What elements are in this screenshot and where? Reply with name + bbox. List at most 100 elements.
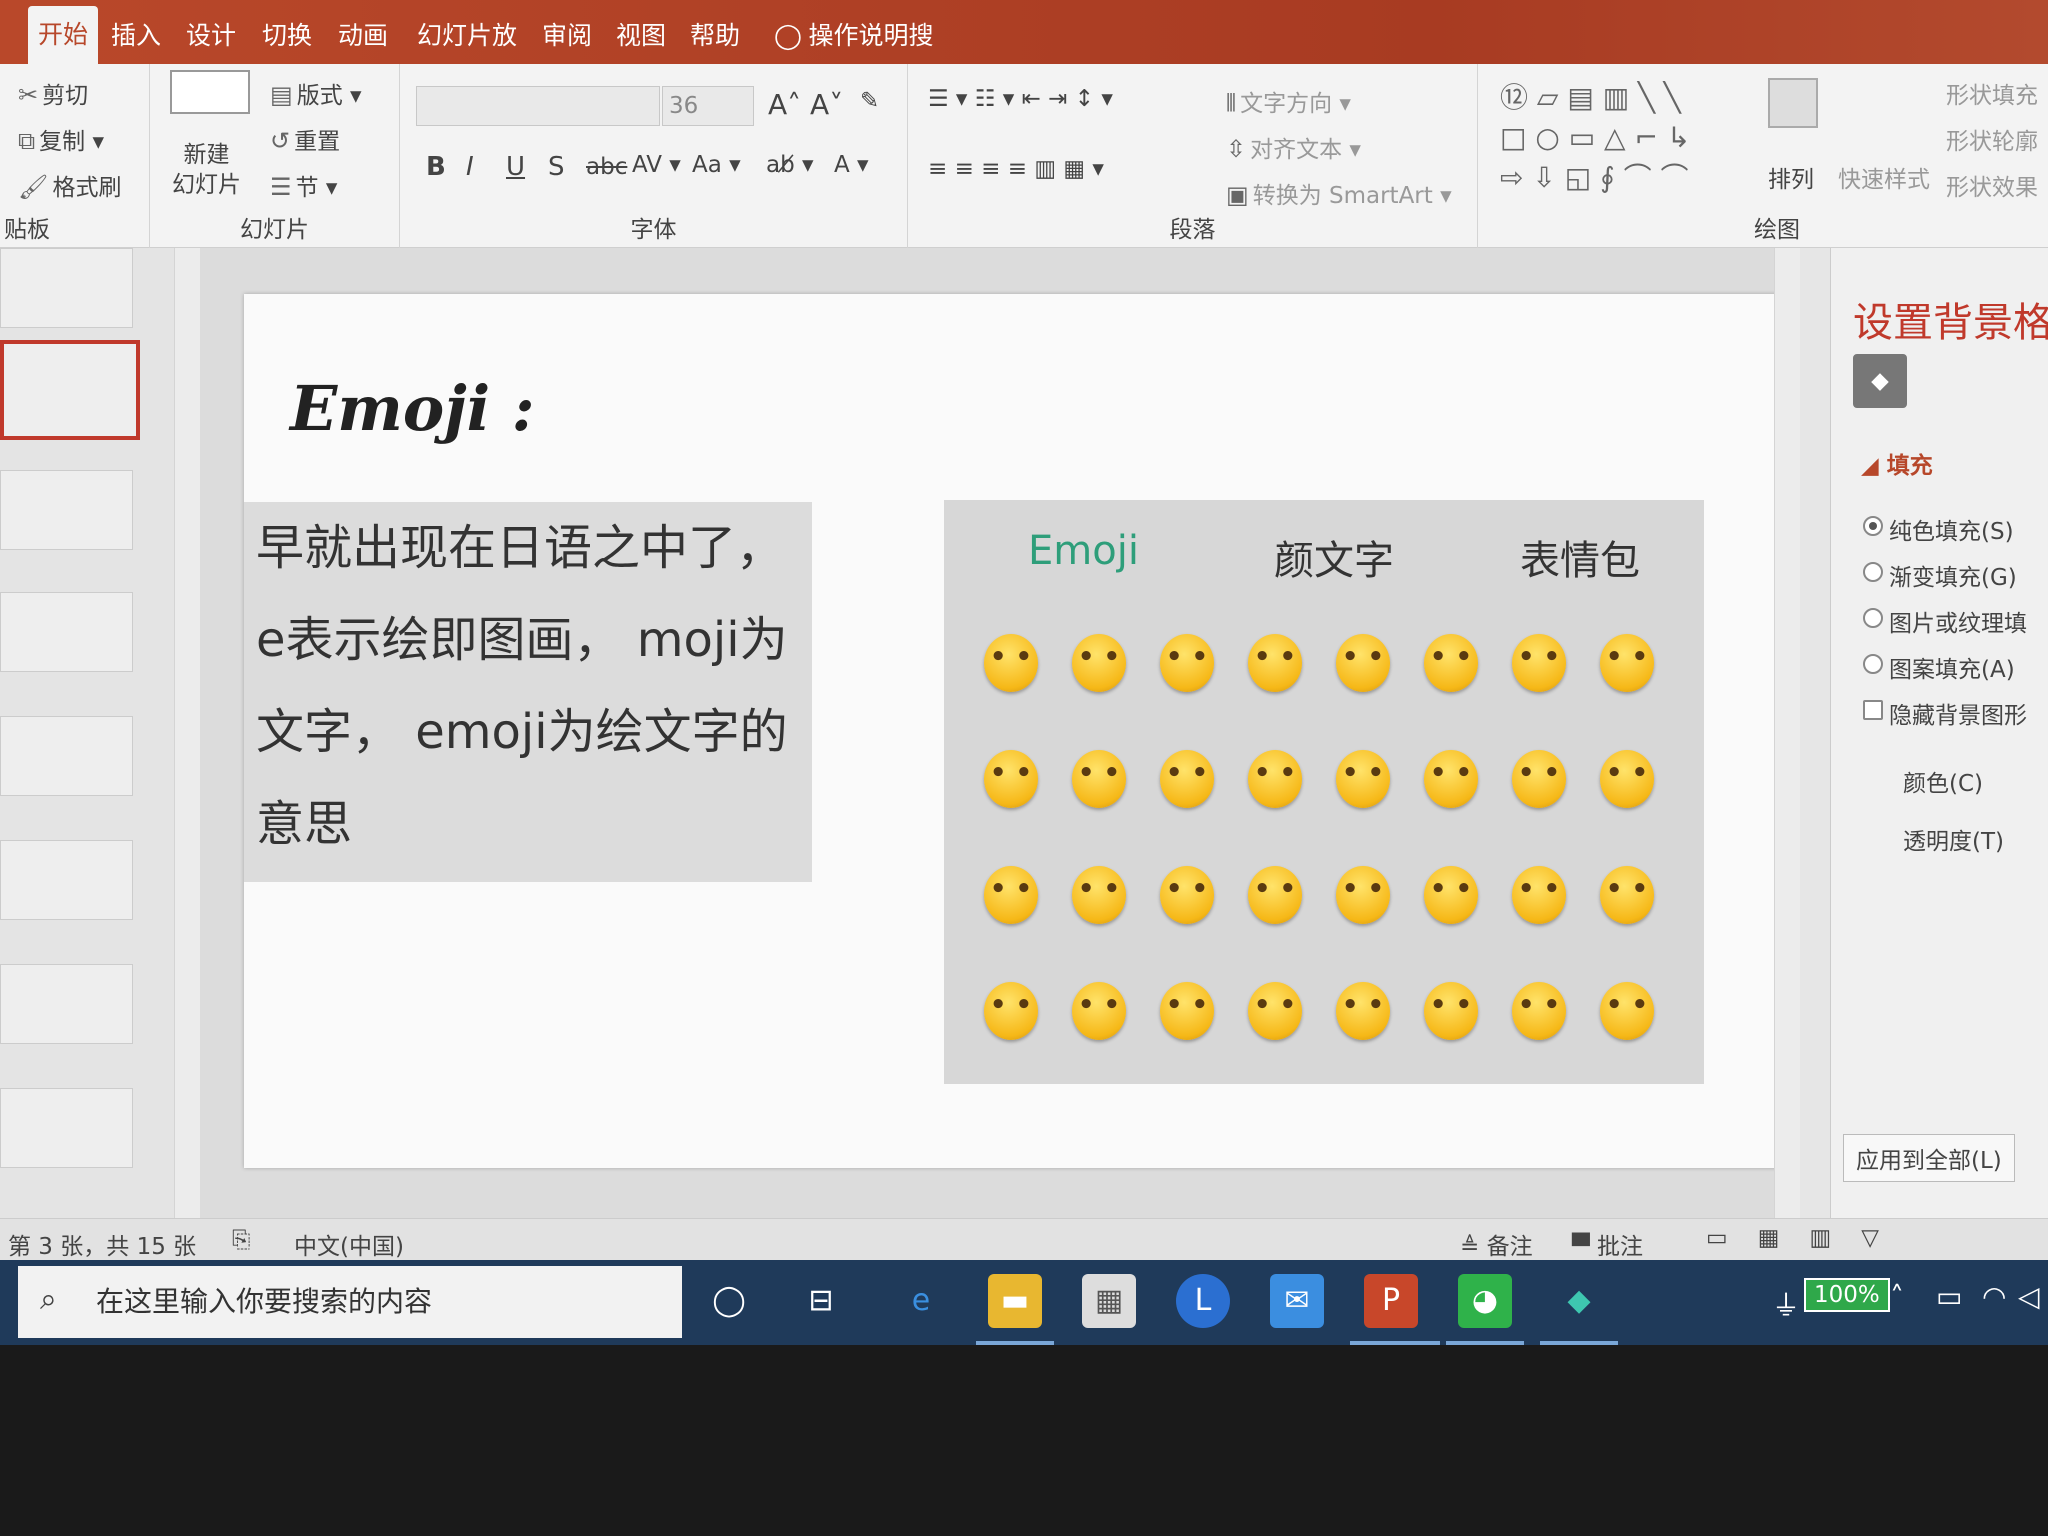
radio-icon (1863, 654, 1883, 674)
align-text-button[interactable]: ⇳ 对齐文本 ▾ (1226, 130, 1361, 164)
picture-fill-option[interactable]: 图片或纹理填 (1863, 604, 2027, 638)
app-icon[interactable]: ◆ (1552, 1274, 1606, 1328)
format-painter-label: 格式刷 (52, 175, 122, 201)
shadow-button[interactable]: S (548, 152, 565, 182)
tab-slideshow[interactable]: 幻灯片放映 (408, 14, 526, 94)
taskbar-search[interactable]: 在这里输入你要搜索的内容 (18, 1266, 682, 1338)
slide-thumbnail-2[interactable] (0, 248, 133, 328)
wechat-icon[interactable]: ◕ (1458, 1274, 1512, 1328)
notes-button[interactable]: ≜ 备注 (1460, 1227, 1533, 1261)
language-indicator[interactable]: 中文(中国) (294, 1227, 404, 1261)
arrange-button[interactable]: 排列 (1768, 160, 1814, 194)
highlight-icon[interactable]: ab̸ ▾ (766, 152, 814, 178)
shape-outline-button[interactable]: 形状轮廓 (1946, 122, 2038, 156)
kissing-closed-eyes-emoji-icon: • • (1336, 866, 1390, 924)
search-icon: ⌕ (40, 1282, 57, 1317)
char-spacing-button[interactable]: AV ▾ (632, 152, 681, 178)
active-indicator (1350, 1341, 1440, 1345)
emoji-table[interactable]: Emoji 颜文字 表情包 • • • • • • • • • • • • • • • • • … (944, 500, 1704, 1084)
tab-insert[interactable]: 插入 (106, 14, 166, 64)
accessibility-icon[interactable]: ⎘ (232, 1227, 250, 1253)
smartart-button[interactable]: ▣ 转换为 SmartArt ▾ (1226, 176, 1452, 210)
slide-thumbnail-9[interactable] (0, 1088, 133, 1168)
hide-background-checkbox[interactable]: 隐藏背景图形 (1863, 696, 2027, 730)
slide-scrollbar[interactable] (1774, 248, 1800, 1218)
cut-button[interactable]: ✂ 剪切 (18, 76, 88, 110)
mail-icon[interactable]: ✉ (1270, 1274, 1324, 1328)
clear-format-icon[interactable]: ✎ (860, 88, 879, 114)
tell-me-search[interactable]: 操作说明搜索 (806, 14, 936, 94)
tab-review[interactable]: 审阅 (536, 14, 598, 64)
slide-title[interactable]: Emoji : (290, 372, 535, 445)
new-slide-button[interactable]: 新建 幻灯片 (172, 140, 241, 200)
gradient-fill-option[interactable]: 渐变填充(G) (1863, 558, 2017, 592)
volume-icon[interactable]: ◁ (2018, 1280, 2040, 1313)
shape-effects-button[interactable]: 形状效果 (1946, 168, 2038, 202)
copy-button[interactable]: ⧉ 复制 ▾ (18, 122, 104, 156)
emoji-face: • • (1253, 874, 1297, 904)
fill-section-header[interactable]: ◢ 填充 (1861, 446, 1933, 480)
nerd-emoji-icon: • • (1424, 982, 1478, 1040)
clock-app-icon[interactable]: L (1176, 1274, 1230, 1328)
cortana-icon[interactable]: ◯ (702, 1274, 756, 1328)
font-name-combo[interactable] (416, 86, 660, 126)
bold-button[interactable]: B (426, 152, 446, 182)
font-color-button[interactable]: A ▾ (834, 152, 869, 178)
tab-design[interactable]: 设计 (180, 14, 242, 64)
emoji-face: • • (1605, 990, 1649, 1020)
slide-thumbnail-8[interactable] (0, 964, 133, 1044)
fill-header-label: 填充 (1886, 453, 1933, 479)
body-line: e表示绘即图画， moji为 (256, 612, 788, 668)
powerpoint-icon[interactable]: P (1364, 1274, 1418, 1328)
comments-button[interactable]: ▀ 批注 (1572, 1227, 1643, 1261)
apply-to-all-button[interactable]: 应用到全部(L) (1843, 1134, 2015, 1182)
align-icons[interactable]: ≡ ≡ ≡ ≡ ▥ ▦ ▾ (928, 156, 1104, 182)
strikethrough-button[interactable]: abc (586, 154, 627, 180)
task-view-icon[interactable]: ⊟ (794, 1274, 848, 1328)
shape-fill-button[interactable]: 形状填充 (1946, 76, 2038, 110)
network-icon[interactable]: ▭ (1936, 1280, 1962, 1313)
change-case-label: Aa (692, 152, 722, 178)
battery-indicator[interactable]: 100% (1804, 1278, 1890, 1312)
file-explorer-icon[interactable]: ▬ (988, 1274, 1042, 1328)
tab-help[interactable]: 帮助 (684, 14, 746, 64)
slide-thumbnail-6[interactable] (0, 716, 133, 796)
change-case-button[interactable]: Aa ▾ (692, 152, 741, 178)
italic-button[interactable]: I (466, 152, 474, 182)
tab-view[interactable]: 视图 (610, 14, 672, 64)
solid-fill-option[interactable]: 纯色填充(S) (1863, 512, 2014, 546)
slide-thumbnail-7[interactable] (0, 840, 133, 920)
grow-font-button[interactable]: A˄ A˅ (768, 88, 843, 121)
slide-thumbnail-5[interactable] (0, 592, 133, 672)
relieved-2-emoji-icon: • • (1600, 750, 1654, 808)
fill-bucket-icon[interactable]: ◆ (1853, 354, 1907, 408)
radio-icon (1863, 608, 1883, 628)
wifi-icon[interactable]: ◠ (1982, 1280, 2006, 1313)
tab-transitions[interactable]: 切换 (256, 14, 318, 64)
font-size-combo[interactable]: 36 (662, 86, 754, 126)
store-icon[interactable]: ▦ (1082, 1274, 1136, 1328)
bullets-icon[interactable]: ☰ ▾ ☷ ▾ ⇤ ⇥ ↕ ▾ (928, 86, 1113, 112)
tab-home[interactable]: 开始 (28, 6, 98, 64)
wink-emoji-icon: • • (1072, 750, 1126, 808)
clipboard-label: 贴板 (4, 217, 50, 243)
font-group: 36 A˄ A˅ ✎ B I U S abc AV ▾ Aa ▾ ab̸ ▾ A… (400, 64, 908, 248)
quick-styles-button[interactable]: 快速样式 (1838, 160, 1930, 194)
slide-thumbnail-3[interactable] (0, 340, 140, 440)
view-buttons[interactable]: ▭▦▥▽ (1706, 1225, 1909, 1251)
edge-icon[interactable]: e (894, 1274, 948, 1328)
pattern-fill-option[interactable]: 图案填充(A) (1863, 650, 2015, 684)
section-button[interactable]: ☰ 节 ▾ (270, 168, 337, 202)
underline-button[interactable]: U (506, 152, 525, 182)
tab-animations[interactable]: 动画 (332, 14, 394, 64)
slide-thumbnail-4[interactable] (0, 470, 133, 550)
thumbnail-scrollbar[interactable] (174, 248, 200, 1218)
format-painter-button[interactable]: 🖌 格式刷 (18, 168, 121, 202)
body-textbox[interactable]: 早就出现在日语之中了， e表示绘即图画， moji为 文字， emoji为绘文字… (244, 502, 812, 882)
shapes-gallery[interactable]: ⑫ ▱ ▤ ▥ ╲ ╲ □ ○ ▭ △ ⌐ ↳ ⇨ ⇩ ◱ ∮ ⌒ ⌒ (1500, 78, 1690, 198)
text-direction-button[interactable]: ⫴ 文字方向 ▾ (1226, 84, 1351, 118)
reset-button[interactable]: ↺ 重置 (270, 122, 340, 156)
layout-button[interactable]: ▤ 版式 ▾ (270, 76, 362, 110)
tray-chevron-icon[interactable]: ˄ (1890, 1280, 1904, 1313)
emoji-face: • • (1077, 642, 1121, 672)
